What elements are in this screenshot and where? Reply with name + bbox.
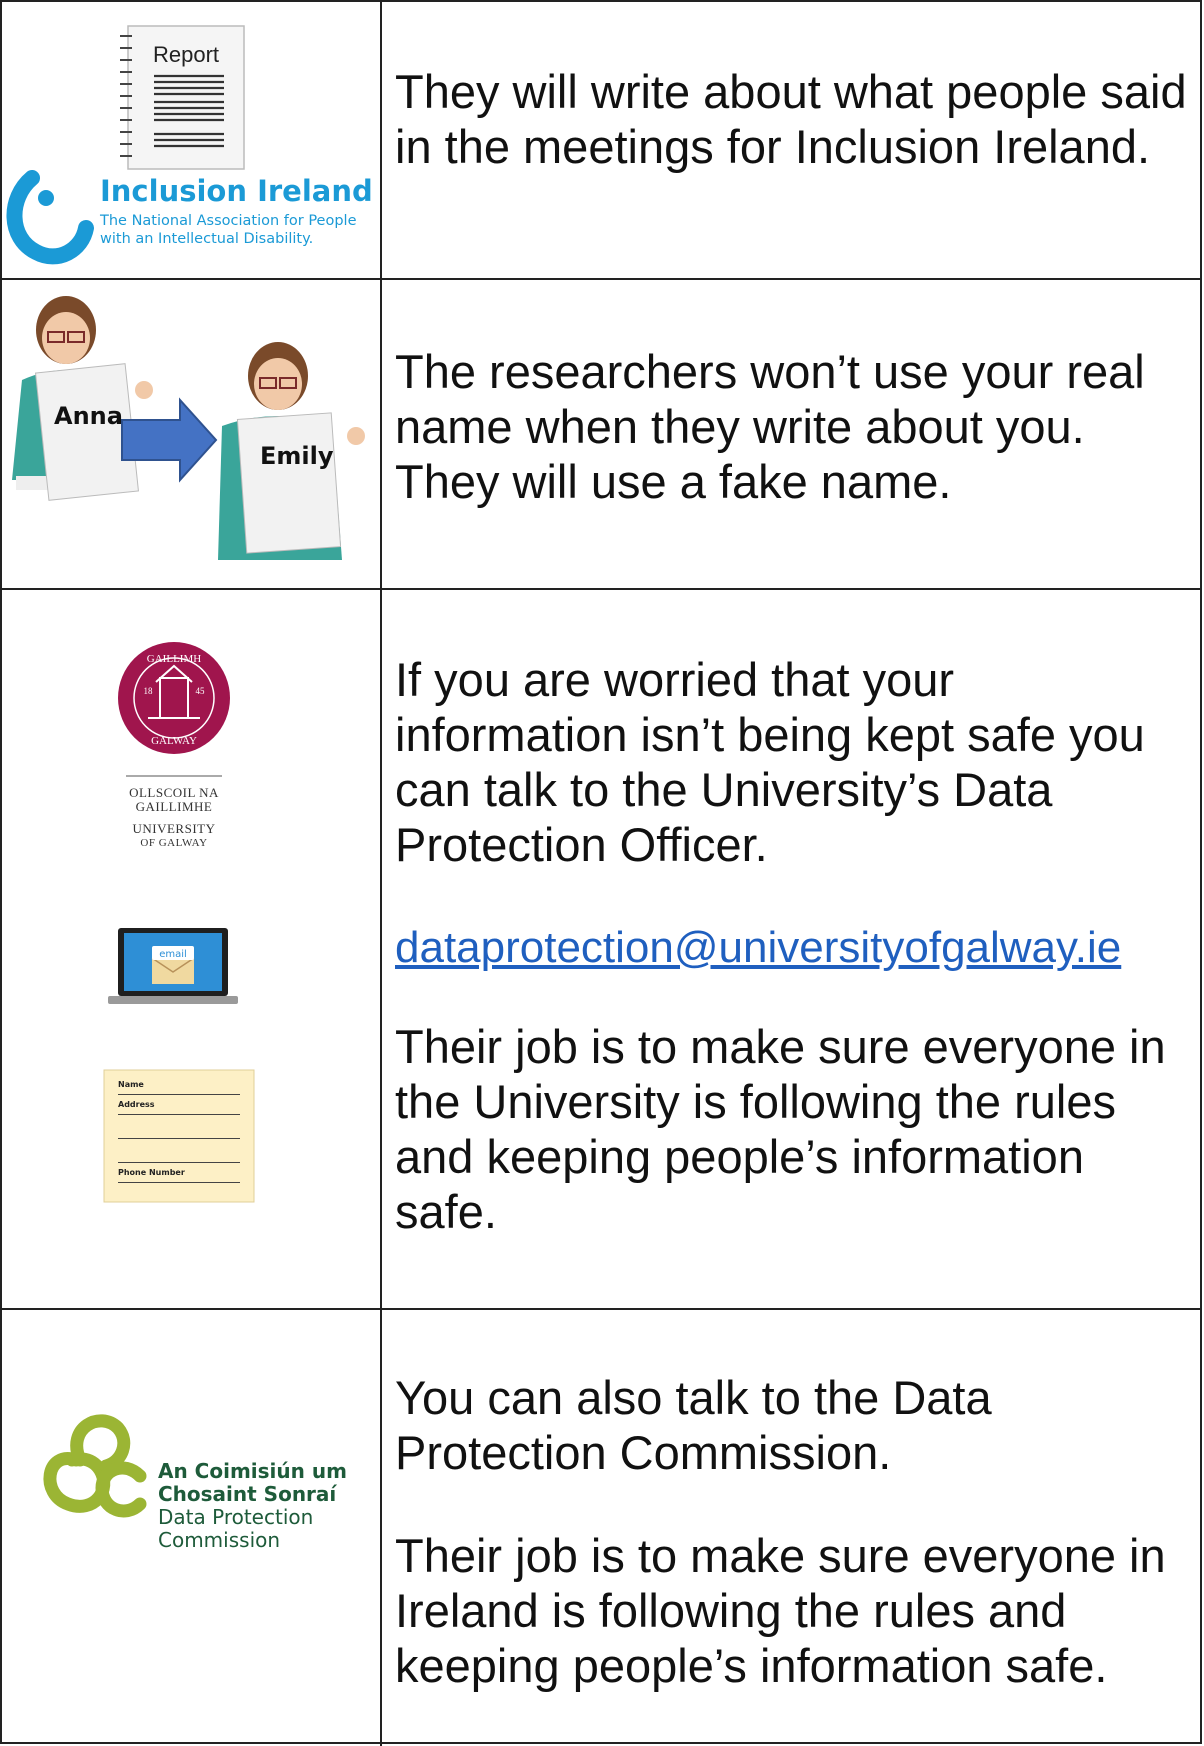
row-dpo-images: GAILLIMH GALWAY 18 45 email OLLSCOIL NA … <box>2 590 380 1308</box>
seal-bottom-text: GALWAY <box>151 735 197 747</box>
row-dpo-text-2: Their job is to make sure everyone in th… <box>395 1020 1166 1238</box>
seal-year-left: 18 <box>144 686 154 696</box>
seal-year-right: 45 <box>196 686 206 696</box>
row-report: Report Inclusion Ireland The National As… <box>2 2 1202 280</box>
dpc-logo-text: An Coimisiún um Chosaint Sonraí Data Pro… <box>158 1460 347 1552</box>
form-name-label: Name <box>118 1080 144 1089</box>
row-dpo-text-block: If you are worried that your information… <box>395 652 1196 1239</box>
name-after-label: Emily <box>260 442 334 470</box>
dpo-images: GAILLIMH GALWAY 18 45 email <box>103 642 255 1203</box>
laptop-email-icon <box>108 928 238 1004</box>
inclusion-ireland-logo: Inclusion Ireland The National Associati… <box>100 174 373 248</box>
dpc-en-1: Data Protection <box>158 1505 314 1529</box>
column-divider <box>380 2 382 1746</box>
row-report-text: They will write about what people said i… <box>395 65 1187 173</box>
report-label: Report <box>153 42 219 67</box>
row-fake-name-text-block: The researchers won’t use your real name… <box>395 344 1196 509</box>
inclusion-ireland-logo-icon <box>6 170 94 265</box>
uni-line-3: UNIVERSITY <box>132 821 216 836</box>
row-fake-name: Anna Emily The researchers won’t use you… <box>2 280 1202 590</box>
girl-holding-sign-icon <box>12 296 153 501</box>
uni-line-1: OLLSCOIL NA <box>129 785 219 800</box>
row-dpo-text: If you are worried that your information… <box>395 653 1145 871</box>
form-phone-label: Phone Number <box>118 1168 185 1177</box>
dpc-ga-1: An Coimisiún um <box>158 1459 347 1483</box>
dpo-email-link[interactable]: dataprotection@universityofgalway.ie <box>395 923 1121 972</box>
dpc-ga-2: Chosaint Sonraí <box>158 1482 337 1506</box>
row-dpc-text-block: You can also talk to the Data Protection… <box>395 1370 1196 1693</box>
row-report-text-block: They will write about what people said i… <box>395 64 1196 174</box>
email-icon-label: email <box>159 949 187 960</box>
row-dpc-text: You can also talk to the Data Protection… <box>395 1371 992 1479</box>
org-name: Inclusion Ireland <box>100 174 373 208</box>
university-name: OLLSCOIL NA GAILLIMHE UNIVERSITY OF GALW… <box>112 786 236 850</box>
fake-name-illustration <box>12 296 365 560</box>
dpc-en-2: Commission <box>158 1528 281 1552</box>
org-sub-1: The National Association for People <box>100 213 357 229</box>
row-report-images: Report Inclusion Ireland The National As… <box>2 2 380 278</box>
row-data-protection-commission: An Coimisiún um Chosaint Sonraí Data Pro… <box>2 1310 1202 1746</box>
row-dpc-images: An Coimisiún um Chosaint Sonraí Data Pro… <box>2 1310 380 1746</box>
org-sub-2: with an Intellectual Disability. <box>100 231 314 247</box>
row-fake-name-images: Anna Emily <box>2 280 380 588</box>
seal-top-text: GAILLIMH <box>147 653 201 665</box>
contact-form: Name Address Phone Number <box>104 1070 254 1202</box>
row-data-protection-officer: GAILLIMH GALWAY 18 45 email OLLSCOIL NA … <box>2 590 1202 1310</box>
form-address-label: Address <box>118 1100 155 1109</box>
row-fake-name-text: The researchers won’t use your real name… <box>395 345 1145 508</box>
easy-read-table: Report Inclusion Ireland The National As… <box>0 0 1202 1746</box>
name-before-label: Anna <box>54 402 123 430</box>
uni-line-2: GAILLIMHE <box>135 799 213 814</box>
uni-line-4: OF GALWAY <box>140 837 208 849</box>
row-dpc-text-2: Their job is to make sure everyone in Ir… <box>395 1529 1166 1692</box>
